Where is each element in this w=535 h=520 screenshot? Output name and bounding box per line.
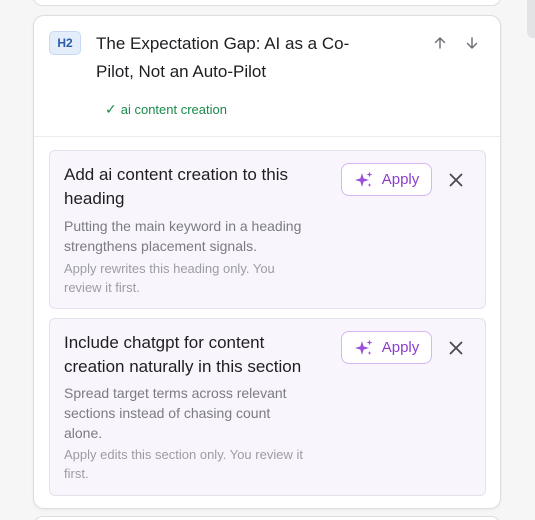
note-line: first. [64,466,89,481]
suggestion-title-line: Include chatgpt for content [64,333,265,352]
dismiss-button[interactable] [444,168,468,192]
scrollbar-thumb[interactable] [527,0,535,38]
note-line: review it first. [64,280,140,295]
suggestion-title-line: Add ai content creation to this [64,165,288,184]
section-header: H2 The Expectation Gap: AI as a Co- Pilo… [34,16,500,137]
close-icon [449,341,463,355]
suggestion-note: Apply edits this section only. You revie… [64,445,339,483]
arrow-down-icon [466,37,478,49]
heading-line: Pilot, Not an Auto-Pilot [96,62,267,81]
description-line: alone. [64,425,103,441]
close-icon [449,173,463,187]
suggestion-description: Spread target terms across relevant sect… [64,383,339,443]
page: H2 The Expectation Gap: AI as a Co- Pilo… [0,0,535,520]
suggestion-title-line: heading [64,189,125,208]
keyword-tag: ✓ ai content creation [105,101,227,118]
description-line: sections instead of chasing count [64,405,271,421]
check-icon: ✓ [105,101,117,117]
suggestion-card: Add ai content creation to this heading … [49,150,486,309]
move-up-button[interactable] [430,33,450,53]
heading-level-badge: H2 [49,31,81,55]
sparkle-icon [354,339,373,355]
suggestion-description: Putting the main keyword in a heading st… [64,216,339,256]
arrow-up-icon [434,37,446,49]
description-line: Spread target terms across relevant [64,385,287,401]
apply-button[interactable]: Apply [341,163,432,196]
section-heading-title: The Expectation Gap: AI as a Co- Pilot, … [96,30,396,86]
suggestion-card: Include chatgpt for content creation nat… [49,318,486,496]
section-card: H2 The Expectation Gap: AI as a Co- Pilo… [33,15,501,509]
next-section-card [33,516,501,520]
suggestion-note: Apply rewrites this heading only. You re… [64,259,339,297]
note-line: Apply rewrites this heading only. You [64,261,275,276]
keyword-label: ai content creation [120,102,227,117]
dismiss-button[interactable] [444,336,468,360]
heading-line: The Expectation Gap: AI as a Co- [96,34,350,53]
previous-section-card [33,0,501,6]
apply-label: Apply [381,171,420,188]
suggestion-title-line: creation naturally in this section [64,357,302,376]
move-down-button[interactable] [462,33,482,53]
suggestion-title: Add ai content creation to this heading [64,163,326,211]
sparkle-icon [354,171,373,187]
description-line: strengthens placement signals. [64,238,257,254]
suggestion-title: Include chatgpt for content creation nat… [64,331,326,379]
note-line: Apply edits this section only. You revie… [64,447,303,462]
description-line: Putting the main keyword in a heading [64,218,302,234]
apply-label: Apply [381,339,420,356]
apply-button[interactable]: Apply [341,331,432,364]
